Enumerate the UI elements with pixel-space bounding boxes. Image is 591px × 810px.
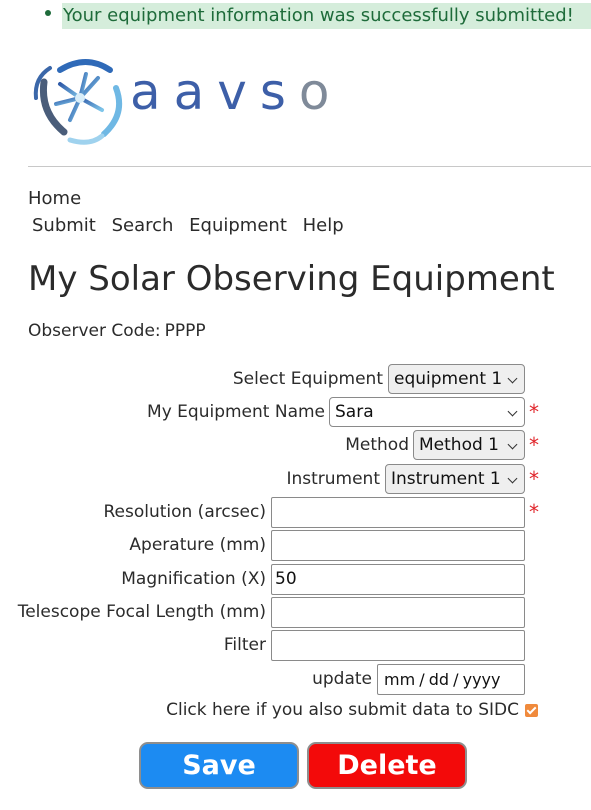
required-marker: * [529, 467, 539, 491]
equipment-name-row: My Equipment Name Sara * [0, 396, 591, 428]
select-equipment-dropdown[interactable]: equipment 1 [388, 364, 525, 394]
sidc-label: Click here if you also submit data to SI… [166, 700, 519, 720]
aperture-row: Aperature (mm) [0, 529, 591, 561]
flash-message-text: Your equipment information was successfu… [62, 3, 591, 29]
aavso-logo[interactable]: aavso [30, 48, 340, 148]
delete-button[interactable]: Delete [307, 742, 467, 789]
required-marker: * [529, 433, 539, 457]
chevron-down-icon [507, 373, 518, 384]
update-date-input[interactable]: mm / dd / yyyy [377, 664, 525, 695]
equipment-name-value: Sara [335, 402, 374, 422]
instrument-value: Instrument 1 [391, 469, 501, 489]
required-marker: * [529, 500, 539, 524]
method-label: Method [345, 435, 409, 455]
save-button[interactable]: Save [139, 742, 299, 789]
resolution-row: Resolution (arcsec) * [0, 496, 591, 528]
bullet-dot-icon [45, 10, 51, 16]
page-title: My Solar Observing Equipment [28, 259, 555, 299]
instrument-label: Instrument [286, 469, 380, 489]
filter-label: Filter [223, 635, 266, 655]
magnification-row: Magnification (X) 50 [0, 563, 591, 595]
method-value: Method 1 [419, 435, 499, 455]
select-equipment-row: Select Equipment equipment 1 [0, 363, 591, 395]
required-marker: * [529, 400, 539, 424]
resolution-label: Resolution (arcsec) [103, 502, 266, 522]
magnification-label: Magnification (X) [121, 569, 266, 589]
nav-help-link[interactable]: Help [303, 215, 344, 236]
method-row: Method Method 1 * [0, 429, 591, 461]
select-equipment-value: equipment 1 [394, 369, 503, 389]
equipment-name-dropdown[interactable]: Sara [329, 397, 525, 427]
nav-home-link[interactable]: Home [28, 187, 81, 211]
observer-code-value: PPPP [164, 321, 206, 341]
chevron-down-icon [507, 439, 518, 450]
focal-length-label: Telescope Focal Length (mm) [17, 602, 266, 622]
nav-equipment-link[interactable]: Equipment [189, 215, 287, 236]
nav-search-link[interactable]: Search [112, 215, 174, 236]
flash-message: Your equipment information was successfu… [0, 0, 591, 30]
focal-length-row: Telescope Focal Length (mm) [0, 596, 591, 628]
focal-length-input[interactable] [271, 597, 525, 628]
header-divider [28, 166, 591, 167]
chevron-down-icon [507, 406, 518, 417]
main-nav: Submit Search Equipment Help [32, 214, 354, 238]
logo-wordmark-main: aavs [130, 63, 299, 121]
sidc-checkbox[interactable] [525, 704, 538, 717]
filter-input[interactable] [271, 630, 525, 661]
observer-code: Observer Code: PPPP [28, 319, 206, 343]
logo-wordmark: aavso [130, 62, 343, 122]
resolution-input[interactable] [271, 497, 525, 528]
chevron-down-icon [507, 473, 518, 484]
instrument-row: Instrument Instrument 1 * [0, 463, 591, 495]
observer-code-label: Observer Code: [28, 321, 161, 341]
checkmark-icon [526, 704, 537, 715]
equipment-name-label: My Equipment Name [147, 402, 325, 422]
update-row: update mm / dd / yyyy [0, 664, 591, 696]
logo-wordmark-last: o [298, 63, 343, 121]
filter-row: Filter [0, 629, 591, 661]
method-dropdown[interactable]: Method 1 [413, 430, 525, 460]
magnification-input[interactable]: 50 [271, 564, 525, 595]
aperture-label: Aperature (mm) [129, 535, 266, 555]
aavso-star-logo-icon [33, 59, 122, 145]
instrument-dropdown[interactable]: Instrument 1 [385, 464, 525, 494]
update-label: update [312, 669, 372, 689]
select-equipment-label: Select Equipment [232, 369, 383, 389]
sidc-row: Click here if you also submit data to SI… [0, 697, 591, 723]
nav-submit-link[interactable]: Submit [32, 215, 96, 236]
aperture-input[interactable] [271, 530, 525, 561]
